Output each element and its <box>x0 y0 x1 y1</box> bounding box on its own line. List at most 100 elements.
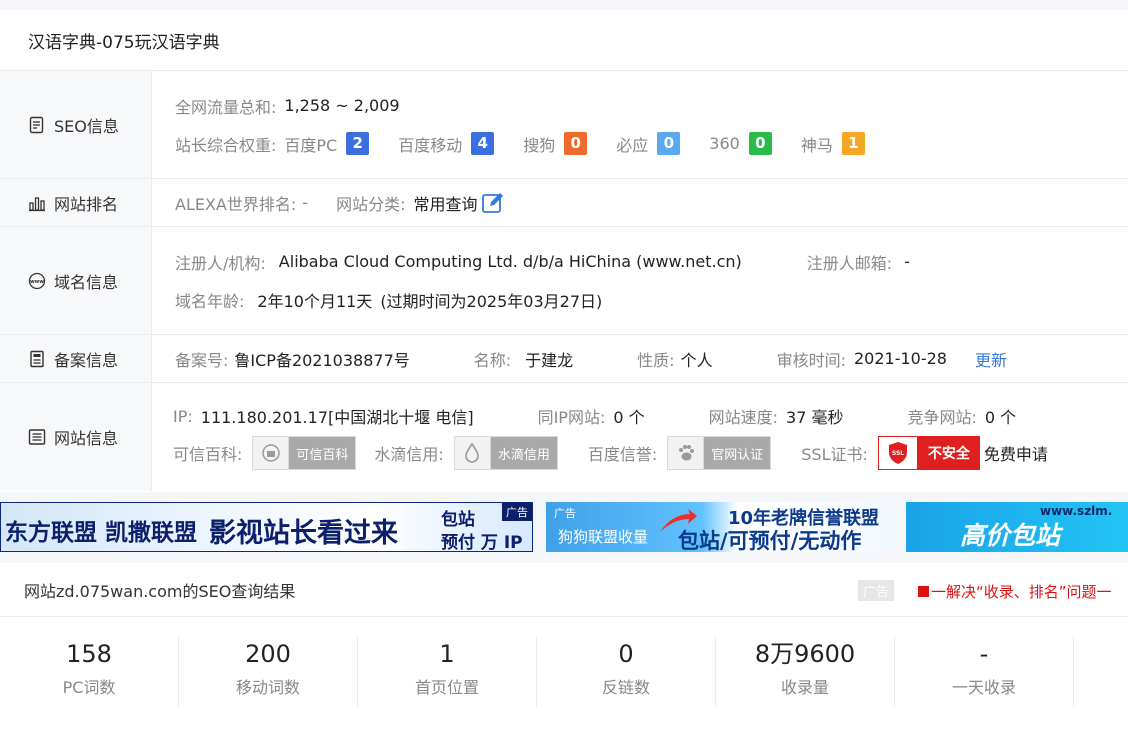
stat-value: 0 <box>618 640 634 668</box>
ssl-shield-icon: SSL <box>877 436 918 470</box>
kexin-emblem-icon <box>253 437 290 469</box>
age-label: 域名年龄: <box>175 291 245 311</box>
weight-bing-badge[interactable]: 0 <box>657 132 681 155</box>
stat-pc-words[interactable]: 158 PC词数 <box>0 636 179 707</box>
icp-update-link[interactable]: 更新 <box>975 347 1007 371</box>
domain-head-label: 域名信息 <box>54 272 119 292</box>
edit-icon[interactable] <box>481 191 505 215</box>
rank-head-label: 网站排名 <box>54 194 119 214</box>
page: 汉语字典-075玩汉语字典 SEO信息 全网流量总和: 1,258 ~ 2,00… <box>0 0 1128 731</box>
icp-body: 备案号: 鲁ICP备2021038877号 名称: 于建龙 性质: 个人 审核时… <box>152 335 1128 382</box>
weight-label: 站长综合权重: <box>175 135 277 155</box>
kexin-badge[interactable]: 可信百科 <box>252 436 357 470</box>
svg-text:www: www <box>30 279 44 285</box>
site-row: 网站信息 IP: 111.180.201.17[中国湖北十堰 电信] 同IP网站… <box>0 383 1128 491</box>
ssl-apply-link[interactable]: 免费申请 <box>984 441 1048 465</box>
ad1-main-text: 影视站长看过来 <box>209 518 398 549</box>
result-promo-link[interactable]: 一解决“收录、排名”问题一 <box>918 581 1112 602</box>
age-line: 域名年龄: 2年10个月11天 (过期时间为2025年03月27日) <box>175 288 1128 312</box>
shuidi-badge-text: 水滴信用 <box>497 447 550 463</box>
result-ad-tag: 广告 <box>858 580 895 601</box>
weight-baidu-pc-label: 百度PC <box>284 135 338 155</box>
record-book-icon <box>30 350 44 367</box>
alexa-label: ALEXA世界排名: <box>175 194 297 214</box>
icp-name-label: 名称: <box>473 350 512 370</box>
registrant-value: Alibaba Cloud Computing Ltd. d/b/a HiChi… <box>278 252 742 271</box>
ad1-prepay-text: 预付 万 IP <box>441 533 523 552</box>
ad-banner-strip: 东方联盟 凯撒联盟 影视站长看过来 包站 预付 万 IP 广告 广告 狗狗联盟收… <box>0 502 1128 552</box>
weight-shenma-badge[interactable]: 1 <box>841 132 865 155</box>
www-globe-icon: www <box>28 272 46 289</box>
email-value: - <box>904 252 910 271</box>
traffic-label: 全网流量总和: <box>175 97 277 117</box>
ad2-left-text: 狗狗联盟收量 <box>558 528 649 546</box>
icp-line: 备案号: 鲁ICP备2021038877号 名称: 于建龙 性质: 个人 审核时… <box>175 347 1128 371</box>
weight-sogou-badge[interactable]: 0 <box>564 132 588 155</box>
rank-head: 网站排名 <box>0 179 152 226</box>
ad3-main-text: 高价包站 <box>960 521 1061 550</box>
email-label: 注册人邮箱: <box>806 253 893 273</box>
weight-baidu-mobile-badge[interactable]: 4 <box>471 132 495 155</box>
shuidi-badge[interactable]: 水滴信用 <box>453 436 558 470</box>
rank-body: ALEXA世界排名: - 网站分类: 常用查询 <box>152 179 1128 226</box>
result-promo-text: 一解决“收录、排名”问题一 <box>931 583 1112 601</box>
category-label: 网站分类: <box>336 194 406 214</box>
alexa-value: - <box>302 193 309 212</box>
stat-value: 1 <box>439 640 455 668</box>
stat-value: 158 <box>66 640 112 668</box>
ad-banner-1[interactable]: 东方联盟 凯撒联盟 影视站长看过来 包站 预付 万 IP 广告 <box>0 502 533 552</box>
icp-type-value: 个人 <box>680 350 713 370</box>
kexin-badge-text: 可信百科 <box>296 447 349 463</box>
baidu-badge[interactable]: 官网认证 <box>667 436 772 470</box>
stat-daily-indexed[interactable]: - 一天收录 <box>895 636 1074 707</box>
bar-chart-icon <box>29 196 45 211</box>
stat-home-position[interactable]: 1 首页位置 <box>358 636 537 707</box>
ssl-badge[interactable]: SSL 不安全 <box>877 436 980 470</box>
weight-bing-label: 必应 <box>616 135 649 155</box>
stat-indexed[interactable]: 8万9600 收录量 <box>716 636 895 707</box>
seo-result-section: 网站zd.075wan.com的SEO查询结果 广告 一解决“收录、排名”问题一… <box>0 563 1128 731</box>
rank-row: 网站排名 ALEXA世界排名: - 网站分类: 常用查询 <box>0 179 1128 227</box>
page-title: 汉语字典-075玩汉语字典 <box>0 10 1128 71</box>
icp-type-label: 性质: <box>637 350 675 370</box>
weight-360-badge[interactable]: 0 <box>748 132 772 155</box>
kexin-label: 可信百科: <box>173 445 243 464</box>
icp-head-label: 备案信息 <box>54 350 119 370</box>
ad-banner-2[interactable]: 广告 狗狗联盟收量 10年老牌信誉联盟 包站/可预付/无动作 <box>546 502 894 552</box>
category-value: 常用查询 <box>413 194 478 214</box>
stats-row: 158 PC词数 200 移动词数 1 首页位置 0 反链数 8万9600 收录… <box>0 617 1128 707</box>
ad-banner-3[interactable]: www.szlm. 高价包站 <box>906 502 1128 552</box>
sameip-value: 0 个 <box>613 408 645 427</box>
site-head: 网站信息 <box>0 383 152 491</box>
icp-no-label: 备案号: <box>175 350 229 370</box>
weight-baidu-pc-badge[interactable]: 2 <box>346 132 370 155</box>
speed-value: 37 毫秒 <box>786 408 844 427</box>
site-head-label: 网站信息 <box>54 429 119 448</box>
water-drop-icon <box>454 437 491 469</box>
ad2-tag: 广告 <box>554 507 576 520</box>
stat-label: PC词数 <box>62 678 116 697</box>
result-title: 网站zd.075wan.com的SEO查询结果 <box>24 581 296 601</box>
weight-shenma-label: 神马 <box>800 135 833 155</box>
registrant-label: 注册人/机构: <box>175 253 266 273</box>
icp-no-value: 鲁ICP备2021038877号 <box>234 350 410 370</box>
compete-label: 竞争网站: <box>907 408 977 427</box>
weight-360-label: 360 <box>709 134 740 153</box>
icp-head: 备案信息 <box>0 335 152 382</box>
stat-value: 8万9600 <box>754 640 856 668</box>
ssl-icon-text: SSL <box>892 450 904 457</box>
stat-backlinks[interactable]: 0 反链数 <box>537 636 716 707</box>
icp-row: 备案信息 备案号: 鲁ICP备2021038877号 名称: 于建龙 性质: 个… <box>0 335 1128 383</box>
red-square-icon <box>918 586 929 597</box>
credit-line: 可信百科: 可信百科 水滴信用: 水滴信用 百度信誉: 官网认证 SSL证书: … <box>173 436 1128 470</box>
result-header: 网站zd.075wan.com的SEO查询结果 广告 一解决“收录、排名”问题一 <box>0 563 1128 617</box>
sameip-label: 同IP网站: <box>537 408 606 427</box>
stat-mobile-words[interactable]: 200 移动词数 <box>179 636 358 707</box>
stat-value: 200 <box>245 640 291 668</box>
ip-value: 111.180.201.17[中国湖北十堰 电信] <box>200 408 474 427</box>
seo-head: SEO信息 <box>0 71 152 178</box>
stat-label: 反链数 <box>601 678 650 697</box>
traffic-value: 1,258 ~ 2,009 <box>284 96 400 115</box>
ad1-tag: 广告 <box>502 503 532 521</box>
stat-value: - <box>979 640 989 668</box>
